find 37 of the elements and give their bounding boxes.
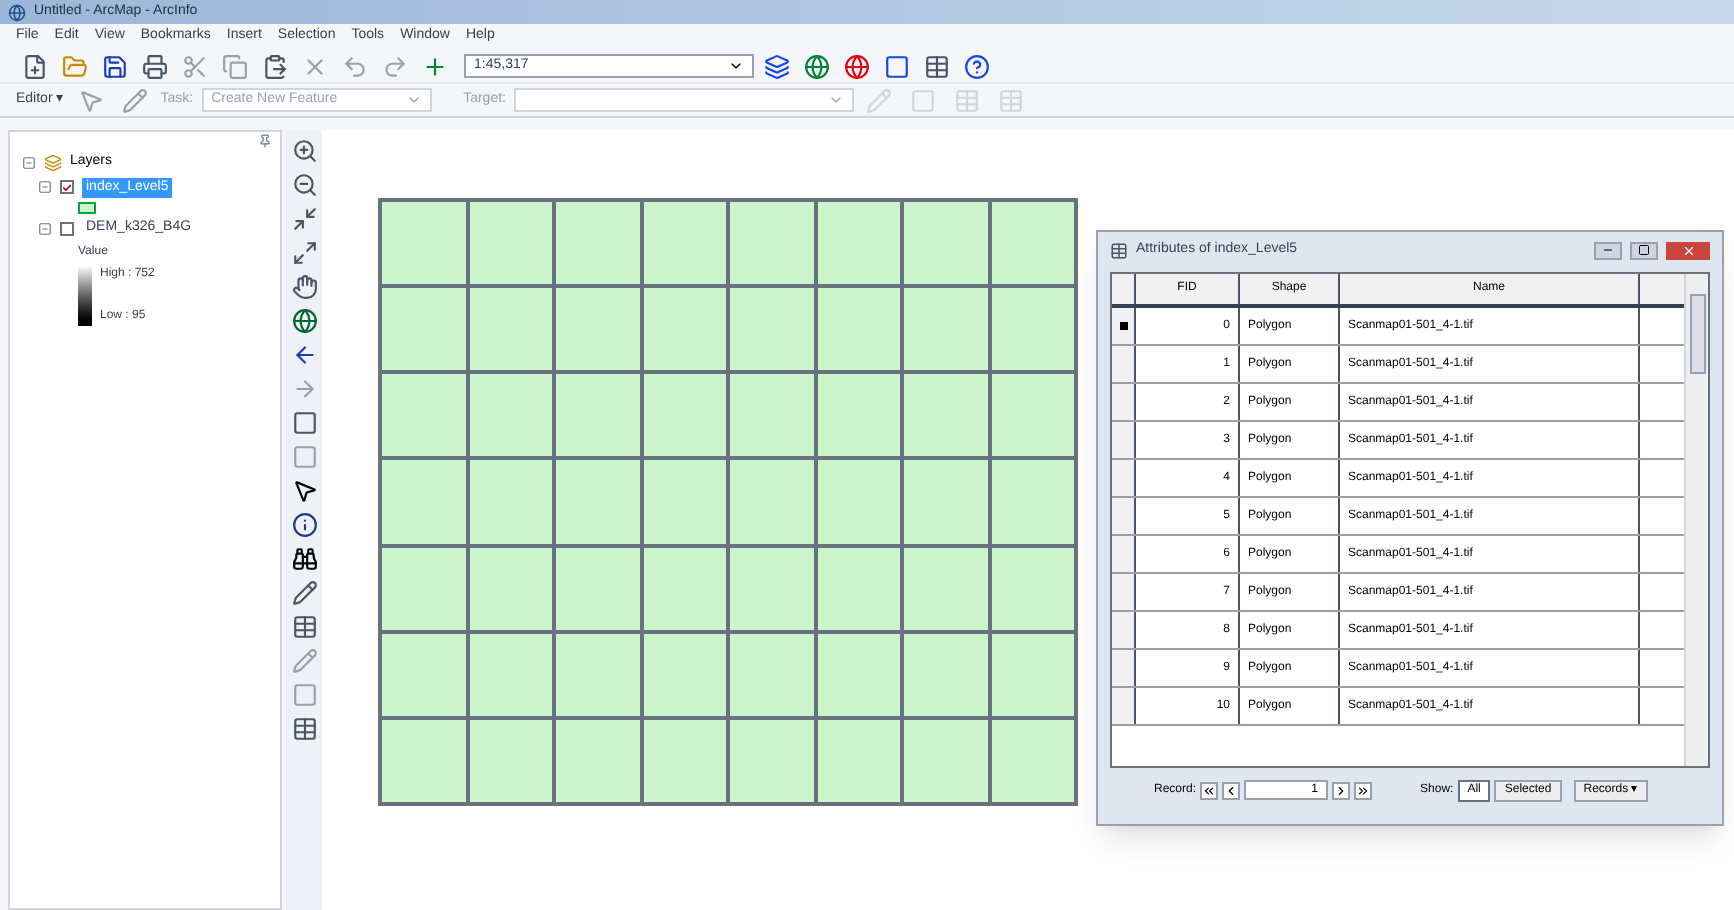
minimize-icon	[1602, 244, 1614, 256]
pin-icon[interactable]	[258, 134, 272, 148]
first-icon	[1202, 783, 1217, 797]
close-button[interactable]	[1666, 241, 1710, 259]
last-record-button[interactable]	[1354, 781, 1373, 799]
row-selector[interactable]	[1112, 460, 1136, 496]
last-icon	[1356, 783, 1371, 797]
collapse-icon[interactable]	[22, 155, 36, 170]
next-record-button[interactable]	[1332, 781, 1351, 799]
row-selector[interactable]	[1112, 688, 1136, 724]
gradient-swatch	[78, 265, 92, 325]
row-selector[interactable]	[1112, 612, 1136, 648]
previous-record-button[interactable]	[1222, 781, 1241, 799]
minimize-button[interactable]	[1594, 241, 1622, 259]
row-selector[interactable]	[1112, 308, 1136, 344]
collapse-icon[interactable]	[38, 221, 52, 236]
maximize-button[interactable]	[1630, 241, 1658, 259]
row-selector[interactable]	[1112, 574, 1136, 610]
table-icon	[1110, 241, 1128, 259]
layer-checkbox[interactable]	[60, 221, 74, 236]
row-selector[interactable]	[1112, 650, 1136, 686]
row-selector[interactable]	[1112, 498, 1136, 534]
polygon-swatch	[78, 202, 96, 214]
row-selector[interactable]	[1112, 536, 1136, 572]
first-record-button[interactable]	[1200, 781, 1219, 799]
app-icon	[8, 3, 26, 21]
maximize-icon	[1638, 244, 1650, 256]
layer-checkbox[interactable]	[60, 180, 74, 195]
row-selector[interactable]	[1112, 346, 1136, 382]
close-icon	[1681, 243, 1695, 257]
scrollbar[interactable]	[1684, 274, 1708, 766]
previous-icon	[1224, 783, 1239, 797]
row-selector[interactable]	[1112, 384, 1136, 420]
layers-icon	[44, 153, 62, 172]
next-icon	[1334, 783, 1349, 797]
row-selector[interactable]	[1112, 422, 1136, 458]
collapse-icon[interactable]	[38, 180, 52, 195]
